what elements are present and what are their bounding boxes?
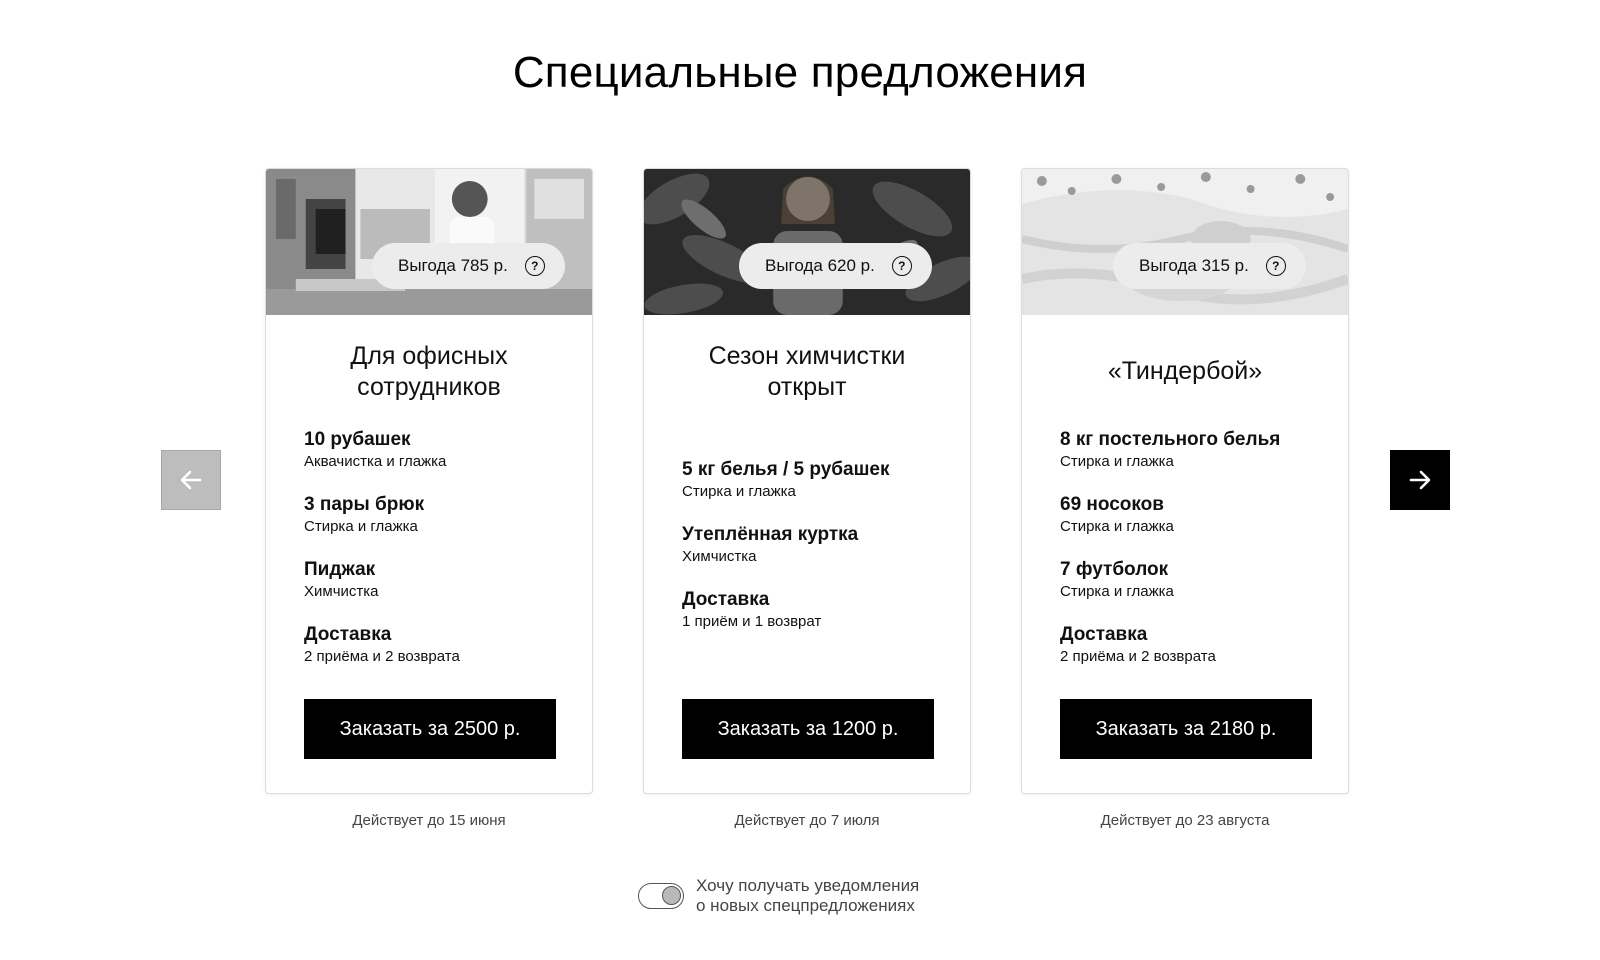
order-button[interactable]: Заказать за 2500 р.	[304, 699, 556, 759]
offer-title-line: открыт	[767, 373, 847, 401]
item-subtitle: 2 приёма и 2 возврата	[304, 648, 460, 665]
item-title: Доставка	[304, 624, 392, 645]
item-title: Доставка	[1060, 624, 1148, 645]
order-button[interactable]: Заказать за 2180 р.	[1060, 699, 1312, 759]
item-subtitle: Аквачистка и глажка	[304, 453, 447, 470]
list-item: Утеплённая куртка Химчистка	[682, 523, 950, 588]
valid-until-text: Действует до 15 июня	[352, 812, 506, 829]
item-subtitle: Стирка и глажка	[304, 518, 418, 535]
offer-title-line: сотрудников	[357, 373, 501, 401]
item-title: Утеплённая куртка	[682, 524, 859, 545]
item-title: 8 кг постельного белья	[1060, 429, 1281, 450]
item-subtitle: Химчистка	[304, 583, 379, 600]
list-item: 10 рубашек Аквачистка и глажка	[304, 428, 572, 493]
offer-image-office: Выгода 785 р. ?	[266, 169, 592, 315]
offer-title-line: «Тиндербой»	[1107, 357, 1263, 385]
notification-label: Хочу получать уведомления о новых спецпр…	[696, 876, 919, 916]
notification-label-line: о новых спецпредложениях	[696, 896, 915, 915]
offer-items: 10 рубашек Аквачистка и глажка 3 пары бр…	[304, 428, 572, 688]
offer-card-office: Выгода 785 р. ? Для офисных сотрудников …	[265, 168, 593, 794]
offer-card-tinderboy: Выгода 315 р. ? «Тиндербой» 8 кг постель…	[1021, 168, 1349, 794]
carousel-prev-button[interactable]	[161, 450, 221, 510]
offer-title-line: Для офисных	[350, 342, 508, 370]
question-icon[interactable]: ?	[1265, 256, 1286, 276]
offer-title-line: Сезон химчистки	[708, 342, 906, 370]
item-title: 10 рубашек	[304, 429, 411, 450]
list-item: Доставка 1 приём и 1 возврат	[682, 588, 950, 653]
list-item: 69 носоков Стирка и глажка	[1060, 493, 1328, 558]
benefit-amount: Выгода 620 р.	[765, 256, 875, 275]
notification-subscribe: Хочу получать уведомления о новых спецпр…	[638, 876, 919, 916]
offer-items: 5 кг белья / 5 рубашек Стирка и глажка У…	[682, 458, 950, 653]
offer-title: Для офисных сотрудников	[266, 341, 592, 403]
offer-title: Сезон химчистки открыт	[644, 341, 970, 403]
arrow-left-icon	[180, 470, 202, 490]
page-title: Специальные предложения	[512, 48, 1088, 97]
item-title: Пиджак	[304, 559, 376, 580]
offer-image-tinderboy: Выгода 315 р. ?	[1022, 169, 1348, 315]
offer-title: «Тиндербой»	[1022, 356, 1348, 387]
item-subtitle: Стирка и глажка	[1060, 453, 1174, 470]
list-item: 7 футболок Стирка и глажка	[1060, 558, 1328, 623]
item-title: 3 пары брюк	[304, 494, 425, 515]
list-item: Пиджак Химчистка	[304, 558, 572, 623]
order-button[interactable]: Заказать за 1200 р.	[682, 699, 934, 759]
item-subtitle: Химчистка	[682, 548, 757, 565]
benefit-amount: Выгода 315 р.	[1139, 256, 1249, 275]
list-item: 3 пары брюк Стирка и глажка	[304, 493, 572, 558]
item-subtitle: 1 приём и 1 возврат	[682, 613, 822, 630]
item-subtitle: Стирка и глажка	[1060, 518, 1174, 535]
toggle-knob	[662, 886, 681, 905]
office-photo	[266, 169, 592, 315]
offer-items: 8 кг постельного белья Стирка и глажка 6…	[1060, 428, 1328, 688]
question-icon[interactable]: ?	[891, 256, 912, 276]
item-title: 5 кг белья / 5 рубашек	[682, 459, 890, 480]
carousel-next-button[interactable]	[1390, 450, 1450, 510]
notification-toggle[interactable]	[638, 883, 684, 909]
valid-until-text: Действует до 23 августа	[1100, 812, 1270, 829]
item-title: Доставка	[682, 589, 770, 610]
question-icon[interactable]: ?	[524, 256, 545, 276]
offer-image-dry-cleaning: Выгода 620 р. ?	[644, 169, 970, 315]
item-title: 7 футболок	[1060, 559, 1169, 580]
list-item: Доставка 2 приёма и 2 возврата	[1060, 623, 1328, 688]
benefit-badge: Выгода 620 р. ?	[739, 243, 932, 289]
foliage-photo	[644, 169, 970, 315]
item-subtitle: Стирка и глажка	[682, 483, 796, 500]
arrow-right-icon	[1409, 470, 1431, 490]
list-item: 8 кг постельного белья Стирка и глажка	[1060, 428, 1328, 493]
item-title: 69 носоков	[1060, 494, 1164, 515]
benefit-badge: Выгода 785 р. ?	[372, 243, 565, 289]
offer-card-dry-cleaning: Выгода 620 р. ? Сезон химчистки открыт 5…	[643, 168, 971, 794]
list-item: 5 кг белья / 5 рубашек Стирка и глажка	[682, 458, 950, 523]
bedding-photo	[1022, 169, 1348, 315]
valid-until-text: Действует до 7 июля	[734, 812, 880, 829]
list-item: Доставка 2 приёма и 2 возврата	[304, 623, 572, 688]
benefit-amount: Выгода 785 р.	[398, 256, 508, 275]
notification-label-line: Хочу получать уведомления	[696, 876, 920, 895]
item-subtitle: Стирка и глажка	[1060, 583, 1174, 600]
item-subtitle: 2 приёма и 2 возврата	[1060, 648, 1216, 665]
benefit-badge: Выгода 315 р. ?	[1113, 243, 1306, 289]
